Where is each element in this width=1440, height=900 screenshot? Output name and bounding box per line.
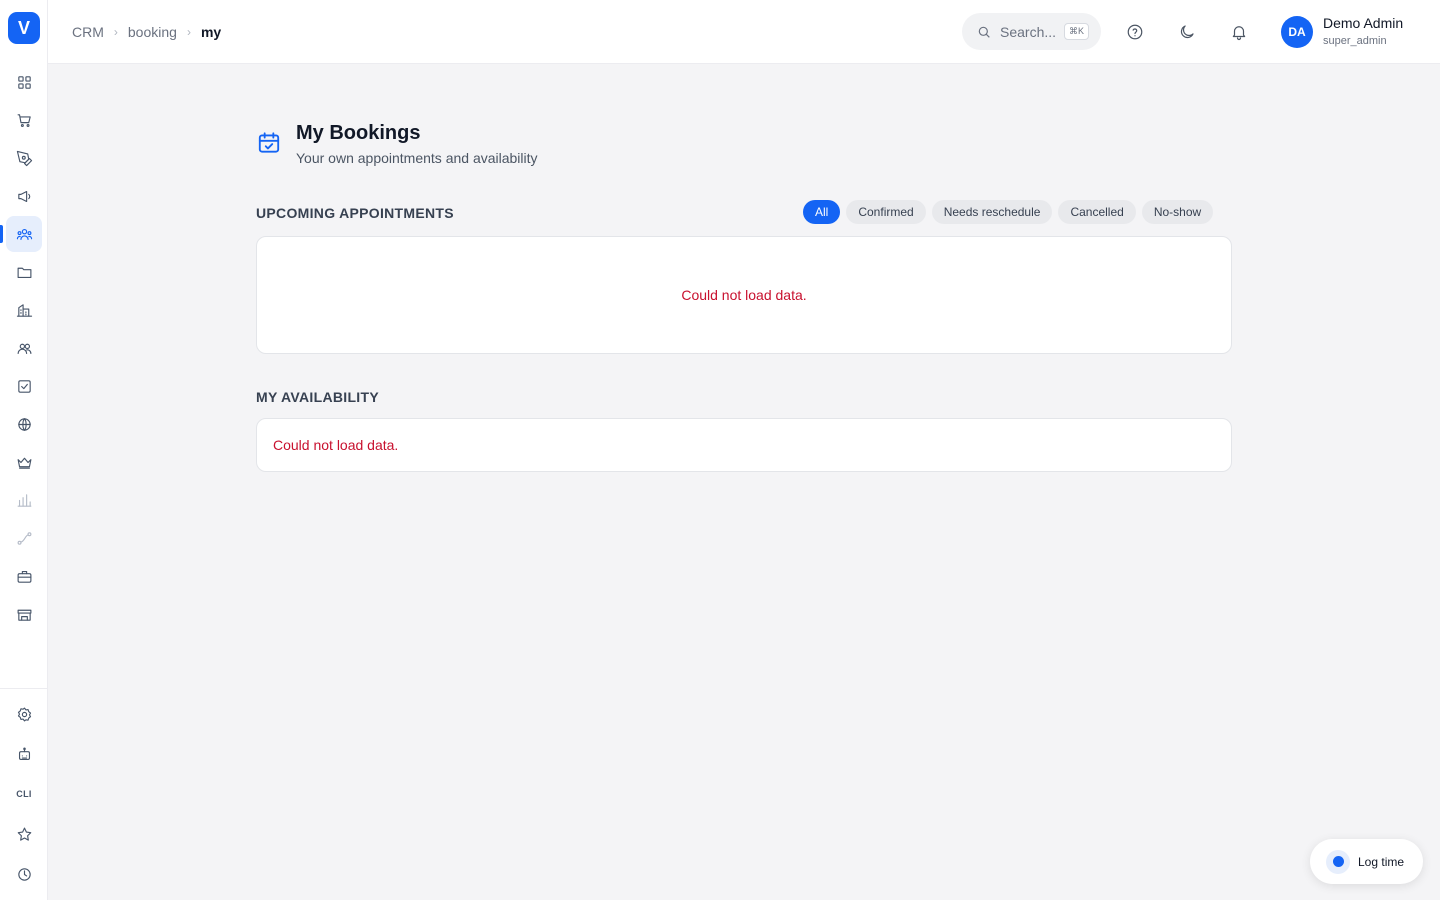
route-icon <box>17 531 31 545</box>
pen-tool-icon <box>16 150 32 166</box>
search-placeholder: Search... <box>1000 23 1057 40</box>
building-icon <box>16 303 32 317</box>
sidebar-item-ai[interactable] <box>6 736 42 772</box>
briefcase-icon <box>17 570 31 583</box>
calendar-check-icon <box>256 130 284 158</box>
megaphone-icon <box>17 190 30 202</box>
bar-chart-icon <box>17 493 31 507</box>
sidebar-item-jobs[interactable] <box>6 558 42 594</box>
grid-icon <box>17 75 31 89</box>
filter-needs-reschedule[interactable]: Needs reschedule <box>931 200 1053 224</box>
help-icon <box>1127 24 1143 40</box>
filter-all[interactable]: All <box>803 200 841 224</box>
search-icon <box>978 26 990 38</box>
filter-chips: All Confirmed Needs reschedule Cancelled… <box>803 200 1214 224</box>
top-header: CRM › booking › my Search... ⌘K DA Demo … <box>48 0 1440 64</box>
sidebar-item-files[interactable] <box>6 254 42 290</box>
availability-card: Could not load data. <box>256 418 1232 472</box>
moon-icon <box>1180 25 1194 39</box>
sidebar-item-crm[interactable] <box>6 216 42 252</box>
notifications-button[interactable] <box>1227 20 1251 44</box>
sidebar-item-loyalty[interactable] <box>6 444 42 480</box>
sidebar-item-cli[interactable]: CLI <box>6 776 42 812</box>
crown-icon <box>17 457 31 469</box>
sidebar-item-settings[interactable] <box>6 696 42 732</box>
theme-toggle-button[interactable] <box>1175 20 1199 44</box>
search-shortcut: ⌘K <box>1064 23 1090 40</box>
filter-cancelled[interactable]: Cancelled <box>1058 200 1136 224</box>
cart-icon <box>17 113 31 127</box>
help-button[interactable] <box>1123 20 1147 44</box>
sidebar-item-favorites[interactable] <box>6 816 42 852</box>
availability-section-title: MY AVAILABILITY <box>256 389 379 405</box>
filter-confirmed[interactable]: Confirmed <box>846 200 926 224</box>
bell-icon <box>1232 26 1246 41</box>
breadcrumb-crm[interactable]: CRM <box>72 24 104 40</box>
sidebar-divider <box>0 688 47 689</box>
user-name[interactable]: Demo Admin <box>1323 15 1403 31</box>
sidebar: V CLI <box>0 0 48 900</box>
sidebar-item-design[interactable] <box>6 140 42 176</box>
timer-icon <box>1326 849 1350 874</box>
sidebar-item-history[interactable] <box>6 856 42 892</box>
sidebar-item-tasks[interactable] <box>6 368 42 404</box>
avatar[interactable]: DA <box>1281 16 1313 48</box>
search-input[interactable]: Search... ⌘K <box>962 13 1101 50</box>
breadcrumb-current: my <box>200 24 222 40</box>
chevron-right-icon: › <box>186 25 191 39</box>
log-time-button[interactable]: Log time <box>1310 839 1423 884</box>
clock-icon <box>17 867 31 881</box>
breadcrumb: CRM › booking › my <box>72 0 221 64</box>
filter-no-show[interactable]: No-show <box>1141 200 1214 224</box>
sidebar-item-team[interactable] <box>6 330 42 366</box>
app-logo[interactable]: V <box>8 12 40 44</box>
upcoming-section-title: UPCOMING APPOINTMENTS <box>256 205 454 221</box>
sidebar-item-marketing[interactable] <box>6 178 42 214</box>
robot-icon <box>18 747 30 760</box>
sidebar-item-store[interactable] <box>6 596 42 632</box>
cli-label: CLI <box>16 789 32 799</box>
chevron-right-icon: › <box>113 25 118 39</box>
store-icon <box>17 609 31 621</box>
sidebar-item-commerce[interactable] <box>6 102 42 138</box>
breadcrumb-booking[interactable]: booking <box>128 24 177 40</box>
page-subtitle: Your own appointments and availability <box>296 150 538 166</box>
gear-icon <box>17 707 31 721</box>
log-time-label: Log time <box>1358 854 1405 869</box>
sidebar-item-companies[interactable] <box>6 292 42 328</box>
folder-icon <box>17 267 31 278</box>
sidebar-item-web[interactable] <box>6 406 42 442</box>
team-icon <box>17 343 31 354</box>
sidebar-item-routes[interactable] <box>6 520 42 556</box>
globe-icon <box>17 417 31 431</box>
user-role: super_admin <box>1323 35 1387 47</box>
upcoming-appointments-card: Could not load data. <box>256 236 1232 354</box>
page-title: My Bookings <box>296 122 421 144</box>
checkbox-icon <box>17 379 31 393</box>
sidebar-item-reports[interactable] <box>6 482 42 518</box>
sidebar-item-dashboard[interactable] <box>6 64 42 100</box>
star-icon <box>17 827 31 841</box>
users-icon <box>16 228 32 240</box>
availability-error-message: Could not load data. <box>273 437 399 453</box>
upcoming-error-message: Could not load data. <box>681 287 807 303</box>
active-indicator <box>0 225 3 243</box>
